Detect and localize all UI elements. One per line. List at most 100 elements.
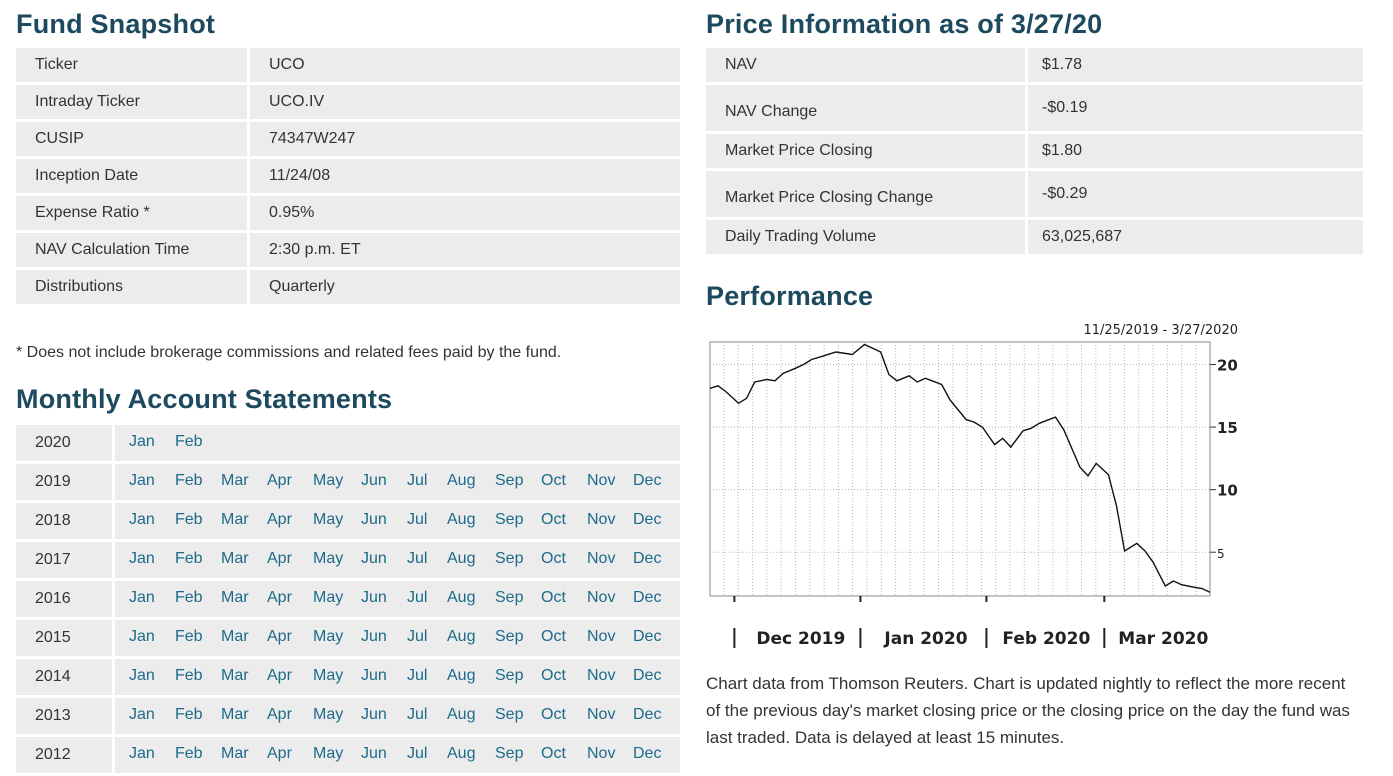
statement-link-oct[interactable]: Oct: [541, 628, 566, 646]
statement-link-jun[interactable]: Jun: [361, 472, 387, 490]
statement-link-jan[interactable]: Jan: [129, 745, 155, 763]
statement-link-oct[interactable]: Oct: [541, 589, 566, 607]
statement-link-oct[interactable]: Oct: [541, 550, 566, 568]
statement-link-may[interactable]: May: [313, 706, 343, 724]
statement-link-may[interactable]: May: [313, 667, 343, 685]
statement-link-apr[interactable]: Apr: [267, 745, 292, 763]
statement-link-dec[interactable]: Dec: [633, 706, 661, 724]
statement-link-nov[interactable]: Nov: [587, 706, 615, 724]
statement-link-aug[interactable]: Aug: [447, 628, 475, 646]
statement-link-sep[interactable]: Sep: [495, 745, 523, 763]
statement-link-jan[interactable]: Jan: [129, 589, 155, 607]
statement-link-aug[interactable]: Aug: [447, 589, 475, 607]
statement-link-apr[interactable]: Apr: [267, 706, 292, 724]
statement-link-jan[interactable]: Jan: [129, 550, 155, 568]
statement-link-may[interactable]: May: [313, 472, 343, 490]
statement-link-aug[interactable]: Aug: [447, 745, 475, 763]
statement-link-aug[interactable]: Aug: [447, 550, 475, 568]
statement-link-mar[interactable]: Mar: [221, 472, 249, 490]
statement-link-jun[interactable]: Jun: [361, 628, 387, 646]
statement-link-aug[interactable]: Aug: [447, 472, 475, 490]
statement-link-sep[interactable]: Sep: [495, 667, 523, 685]
price-value: 63,025,687: [1028, 220, 1363, 254]
statement-link-apr[interactable]: Apr: [267, 589, 292, 607]
statement-link-aug[interactable]: Aug: [447, 511, 475, 529]
statement-link-jun[interactable]: Jun: [361, 511, 387, 529]
statement-link-feb[interactable]: Feb: [175, 589, 203, 607]
statement-link-feb[interactable]: Feb: [175, 472, 203, 490]
statement-link-jun[interactable]: Jun: [361, 550, 387, 568]
statement-link-mar[interactable]: Mar: [221, 550, 249, 568]
statement-link-feb[interactable]: Feb: [175, 628, 203, 646]
statement-link-aug[interactable]: Aug: [447, 667, 475, 685]
statement-link-jun[interactable]: Jun: [361, 589, 387, 607]
statement-link-dec[interactable]: Dec: [633, 667, 661, 685]
statement-link-jul[interactable]: Jul: [407, 472, 427, 490]
statement-link-jul[interactable]: Jul: [407, 628, 427, 646]
statement-link-nov[interactable]: Nov: [587, 589, 615, 607]
statement-link-jul[interactable]: Jul: [407, 706, 427, 724]
statement-link-jan[interactable]: Jan: [129, 472, 155, 490]
statement-link-may[interactable]: May: [313, 628, 343, 646]
statement-link-mar[interactable]: Mar: [221, 745, 249, 763]
statement-link-apr[interactable]: Apr: [267, 628, 292, 646]
statement-link-nov[interactable]: Nov: [587, 550, 615, 568]
statement-link-dec[interactable]: Dec: [633, 472, 661, 490]
price-row-nav: NAV $1.78: [706, 48, 1363, 82]
statement-link-apr[interactable]: Apr: [267, 550, 292, 568]
statement-link-mar[interactable]: Mar: [221, 706, 249, 724]
statement-link-oct[interactable]: Oct: [541, 667, 566, 685]
statement-link-feb[interactable]: Feb: [175, 667, 203, 685]
statement-link-jun[interactable]: Jun: [361, 667, 387, 685]
statement-link-oct[interactable]: Oct: [541, 745, 566, 763]
statement-link-feb[interactable]: Feb: [175, 706, 203, 724]
statement-link-dec[interactable]: Dec: [633, 550, 661, 568]
statement-link-apr[interactable]: Apr: [267, 667, 292, 685]
statement-link-oct[interactable]: Oct: [541, 511, 566, 529]
statement-link-feb[interactable]: Feb: [175, 550, 203, 568]
statement-link-jan[interactable]: Jan: [129, 511, 155, 529]
statement-link-apr[interactable]: Apr: [267, 511, 292, 529]
statement-link-nov[interactable]: Nov: [587, 745, 615, 763]
statement-link-nov[interactable]: Nov: [587, 667, 615, 685]
statement-link-may[interactable]: May: [313, 511, 343, 529]
statement-link-jan[interactable]: Jan: [129, 433, 155, 451]
statement-link-mar[interactable]: Mar: [221, 511, 249, 529]
statement-link-sep[interactable]: Sep: [495, 589, 523, 607]
statement-link-jul[interactable]: Jul: [407, 667, 427, 685]
statement-link-may[interactable]: May: [313, 550, 343, 568]
statement-link-sep[interactable]: Sep: [495, 706, 523, 724]
statement-link-dec[interactable]: Dec: [633, 511, 661, 529]
statement-link-sep[interactable]: Sep: [495, 472, 523, 490]
statement-link-jun[interactable]: Jun: [361, 745, 387, 763]
statement-link-oct[interactable]: Oct: [541, 472, 566, 490]
statement-link-jul[interactable]: Jul: [407, 550, 427, 568]
statement-link-mar[interactable]: Mar: [221, 667, 249, 685]
statement-link-jan[interactable]: Jan: [129, 667, 155, 685]
statement-link-mar[interactable]: Mar: [221, 628, 249, 646]
statement-link-nov[interactable]: Nov: [587, 628, 615, 646]
statement-link-jan[interactable]: Jan: [129, 628, 155, 646]
statement-link-sep[interactable]: Sep: [495, 628, 523, 646]
statement-link-may[interactable]: May: [313, 745, 343, 763]
statement-link-feb[interactable]: Feb: [175, 745, 203, 763]
statement-link-dec[interactable]: Dec: [633, 745, 661, 763]
statement-link-feb[interactable]: Feb: [175, 433, 203, 451]
statement-link-nov[interactable]: Nov: [587, 472, 615, 490]
statement-link-sep[interactable]: Sep: [495, 550, 523, 568]
statement-link-jul[interactable]: Jul: [407, 511, 427, 529]
statement-link-apr[interactable]: Apr: [267, 472, 292, 490]
statement-link-may[interactable]: May: [313, 589, 343, 607]
statement-link-feb[interactable]: Feb: [175, 511, 203, 529]
statement-link-jan[interactable]: Jan: [129, 706, 155, 724]
statement-link-jul[interactable]: Jul: [407, 745, 427, 763]
statement-link-sep[interactable]: Sep: [495, 511, 523, 529]
statement-link-oct[interactable]: Oct: [541, 706, 566, 724]
statement-link-jul[interactable]: Jul: [407, 589, 427, 607]
statement-link-aug[interactable]: Aug: [447, 706, 475, 724]
statement-link-dec[interactable]: Dec: [633, 589, 661, 607]
statement-link-mar[interactable]: Mar: [221, 589, 249, 607]
statement-link-jun[interactable]: Jun: [361, 706, 387, 724]
statement-link-nov[interactable]: Nov: [587, 511, 615, 529]
statement-link-dec[interactable]: Dec: [633, 628, 661, 646]
